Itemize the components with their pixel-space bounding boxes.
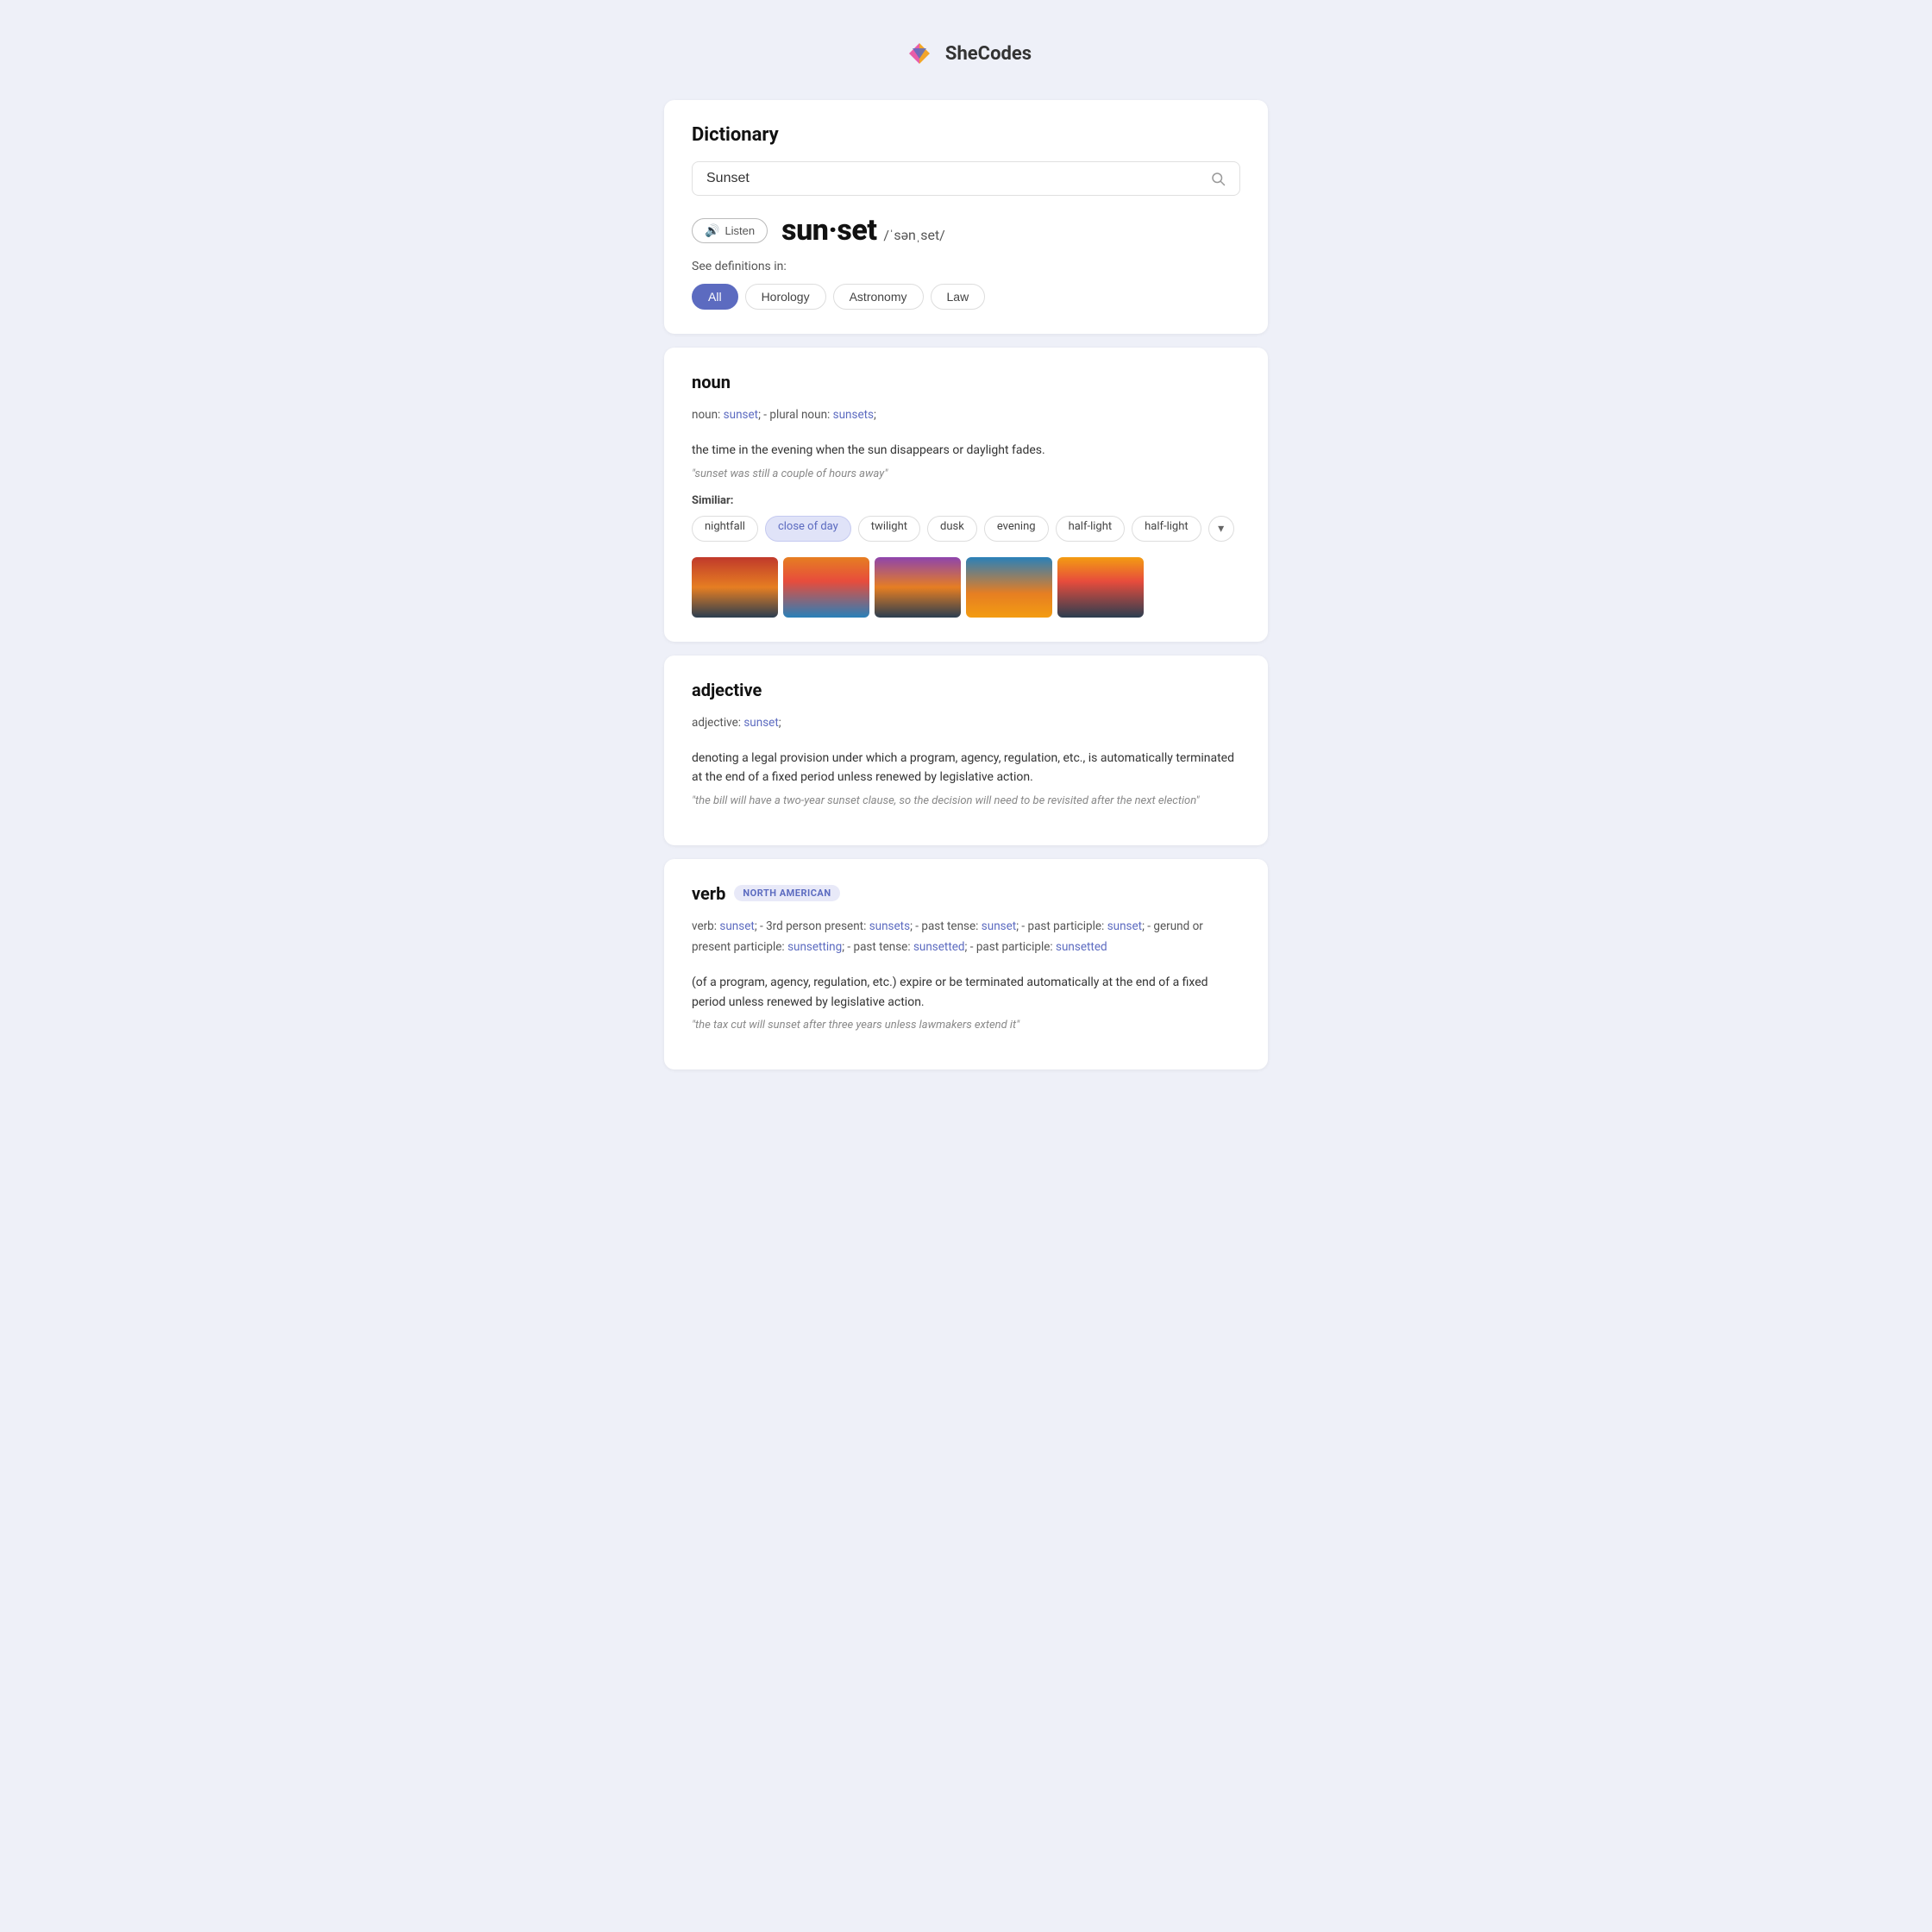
header: SheCodes <box>664 34 1268 72</box>
similar-halflight-1: half-light <box>1056 516 1126 542</box>
verb-pp-link[interactable]: sunset <box>1107 919 1142 933</box>
similar-nightfall: nightfall <box>692 516 758 542</box>
similar-dusk: dusk <box>927 516 977 542</box>
noun-forms: noun: sunset; - plural noun: sunsets; <box>692 405 1240 425</box>
similar-close-of-day: close of day <box>765 516 851 542</box>
word-row: 🔊 Listen sun·set /ˈsənˌset/ <box>692 213 1240 248</box>
gallery-image-2 <box>783 557 869 618</box>
category-filters: All Horology Astronomy Law <box>692 284 1240 310</box>
see-definitions-label: See definitions in: <box>692 260 1240 273</box>
similar-halflight-2: half-light <box>1132 516 1201 542</box>
phonetic-text: /ˈsənˌset/ <box>883 227 944 243</box>
similar-twilight: twilight <box>858 516 920 542</box>
verb-past2-link[interactable]: sunsetted <box>913 940 965 954</box>
page-title: Dictionary <box>692 124 1240 146</box>
logo: SheCodes <box>900 34 1032 72</box>
listen-button[interactable]: 🔊 Listen <box>692 218 768 243</box>
noun-definition: the time in the evening when the sun dis… <box>692 441 1240 460</box>
verb-forms: verb: sunset; - 3rd person present: suns… <box>692 916 1240 958</box>
verb-label: verb <box>692 883 725 904</box>
listen-label: Listen <box>724 224 755 237</box>
noun-card: noun noun: sunset; - plural noun: sunset… <box>664 348 1268 642</box>
verb-definition: (of a program, agency, regulation, etc.)… <box>692 973 1240 1012</box>
noun-label: noun <box>692 372 1240 392</box>
dictionary-card: Dictionary 🔊 Listen sun·set /ˈsənˌset/ S… <box>664 100 1268 334</box>
noun-example: "sunset was still a couple of hours away… <box>692 467 1240 480</box>
verb-badge: NORTH AMERICAN <box>734 885 839 901</box>
filter-astronomy[interactable]: Astronomy <box>833 284 924 310</box>
word-text: sun·set <box>781 213 876 248</box>
similar-words: nightfall close of day twilight dusk eve… <box>692 516 1240 542</box>
verb-card: verb NORTH AMERICAN verb: sunset; - 3rd … <box>664 859 1268 1070</box>
more-similar-button[interactable]: ▾ <box>1208 516 1234 542</box>
similar-evening: evening <box>984 516 1049 542</box>
verb-past-link[interactable]: sunset <box>982 919 1016 933</box>
word-display: sun·set /ˈsənˌset/ <box>781 213 945 248</box>
adj-word-link[interactable]: sunset <box>743 716 778 730</box>
verb-word-link[interactable]: sunset <box>719 919 754 933</box>
search-button[interactable] <box>1210 171 1226 186</box>
search-input[interactable] <box>706 171 1210 186</box>
adjective-forms: adjective: sunset; <box>692 712 1240 733</box>
noun-plural-link[interactable]: sunsets <box>833 408 874 422</box>
adjective-label: adjective <box>692 680 1240 700</box>
filter-horology[interactable]: Horology <box>745 284 826 310</box>
logo-text: SheCodes <box>945 43 1032 65</box>
gallery-image-5 <box>1057 557 1144 618</box>
search-box <box>692 161 1240 196</box>
image-gallery <box>692 557 1240 618</box>
verb-pp2-link[interactable]: sunsetted <box>1056 940 1107 954</box>
logo-icon <box>900 34 938 72</box>
similar-label: Similiar: <box>692 494 1240 507</box>
search-icon <box>1210 171 1226 186</box>
verb-example: "the tax cut will sunset after three yea… <box>692 1019 1240 1032</box>
gallery-image-1 <box>692 557 778 618</box>
gallery-image-3 <box>875 557 961 618</box>
filter-law[interactable]: Law <box>931 284 986 310</box>
gallery-image-4 <box>966 557 1052 618</box>
speaker-icon: 🔊 <box>705 223 719 238</box>
verb-3rd-link[interactable]: sunsets <box>869 919 910 933</box>
verb-gerund-link[interactable]: sunsetting <box>787 940 842 954</box>
adj-definition: denoting a legal provision under which a… <box>692 749 1240 787</box>
noun-word-link[interactable]: sunset <box>724 408 758 422</box>
adjective-card: adjective adjective: sunset; denoting a … <box>664 656 1268 845</box>
adj-example: "the bill will have a two-year sunset cl… <box>692 794 1240 807</box>
filter-all[interactable]: All <box>692 284 738 310</box>
